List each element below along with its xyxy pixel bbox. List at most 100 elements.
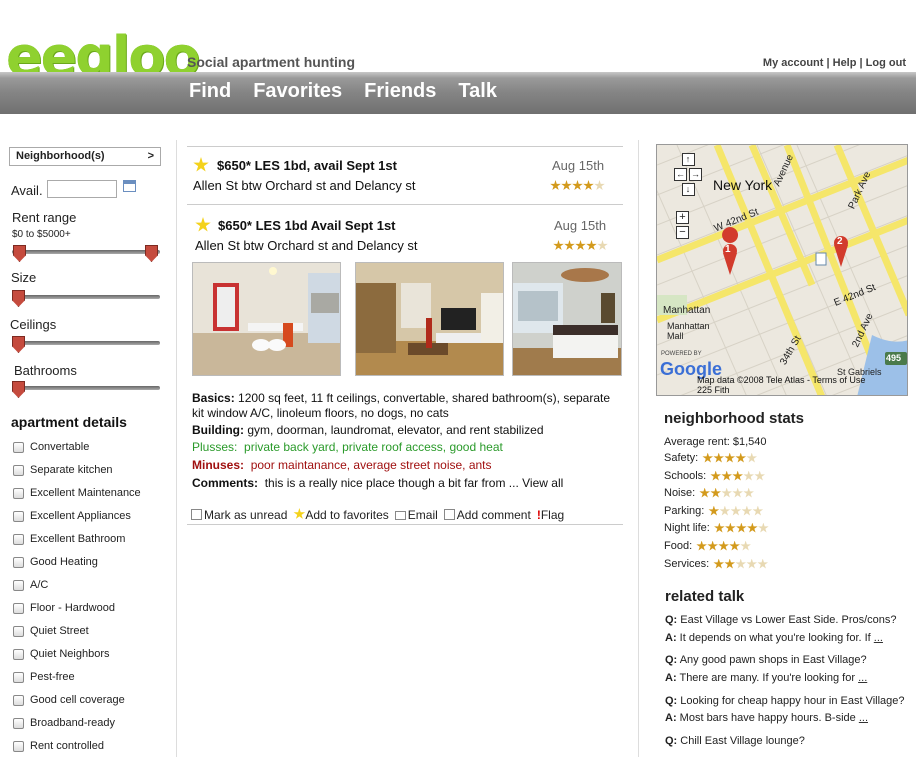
email-button[interactable]: Email: [394, 508, 438, 522]
detail-checkbox[interactable]: Convertable: [13, 441, 89, 453]
map-area-label: Manhattan: [663, 305, 711, 316]
stat-rating: [713, 558, 769, 570]
star-empty-icon: [730, 505, 742, 516]
star-empty-icon: [758, 522, 769, 533]
plusses-row: Plusses: private back yard, private roof…: [192, 440, 503, 455]
detail-checkbox[interactable]: Quiet Street: [13, 625, 89, 637]
size-label: Size: [11, 270, 37, 285]
neighborhood-selector[interactable]: Neighborhood(s) >: [9, 147, 161, 166]
detail-checkbox[interactable]: Broadband-ready: [13, 717, 115, 729]
stat-rating: [714, 522, 769, 534]
nav-talk[interactable]: Talk: [458, 80, 497, 103]
zoom-in-icon[interactable]: +: [676, 211, 689, 224]
listing-address: Allen St btw Orchard st and Delancy st: [193, 178, 416, 193]
add-favorites-button[interactable]: Add to favorites: [293, 508, 389, 522]
rent-range-value: $0 to $5000+: [12, 229, 71, 240]
rent-range-slider[interactable]: [12, 250, 160, 254]
comments-text[interactable]: this is a really nice place though a bit…: [265, 476, 564, 490]
apartment-details-heading: apartment details: [11, 414, 127, 430]
talk-question[interactable]: Q: Chill East Village lounge?: [665, 735, 805, 747]
detail-checkbox[interactable]: Floor - Hardwood: [13, 602, 115, 614]
talk-question[interactable]: Q: Any good pawn shops in East Village?: [665, 654, 867, 666]
checkbox-icon[interactable]: [13, 602, 24, 614]
stat-rating: [710, 470, 765, 482]
detail-checkbox[interactable]: Pest-free: [13, 671, 75, 683]
star-filled-icon: [586, 240, 597, 251]
map[interactable]: 1 2 ↑ ← → ↓ + − New York W 42nd St E 42n…: [656, 144, 908, 396]
star-filled-icon: [699, 487, 710, 498]
plusses-text: private back yard, private roof access, …: [244, 440, 503, 454]
detail-checkbox[interactable]: Excellent Appliances: [13, 510, 131, 522]
listing-photo[interactable]: [512, 262, 622, 376]
detail-checkbox[interactable]: Quiet Neighbors: [13, 648, 110, 660]
listing-rating: [550, 180, 605, 191]
bathrooms-handle[interactable]: [12, 381, 25, 398]
favorite-star-icon[interactable]: [195, 217, 211, 232]
checkbox-icon[interactable]: [13, 487, 24, 499]
map-marker-1[interactable]: 1: [725, 244, 731, 255]
detail-checkbox[interactable]: Good Heating: [13, 556, 98, 568]
listing-photo[interactable]: [192, 262, 341, 376]
rent-min-handle[interactable]: [13, 245, 26, 262]
detail-checkbox[interactable]: Rent controlled: [13, 740, 104, 752]
help-link[interactable]: Help: [833, 57, 857, 69]
checkbox-icon[interactable]: [13, 533, 24, 545]
star-filled-icon: [721, 470, 732, 481]
map-pan-down-icon[interactable]: ↓: [681, 183, 695, 196]
nav-friends[interactable]: Friends: [364, 80, 436, 103]
checkbox-icon[interactable]: [13, 441, 24, 453]
checkbox-icon[interactable]: [13, 625, 24, 637]
checkbox-icon[interactable]: [13, 671, 24, 683]
detail-checkbox[interactable]: A/C: [13, 579, 48, 591]
checkbox-icon[interactable]: [13, 648, 24, 660]
rent-max-handle[interactable]: [145, 245, 158, 262]
checkbox-icon[interactable]: [13, 510, 24, 522]
listing-title[interactable]: $650* LES 1bd, avail Sept 1st: [217, 158, 397, 173]
map-pan-right-icon[interactable]: →: [689, 168, 702, 181]
detail-checkbox[interactable]: Excellent Maintenance: [13, 487, 141, 499]
star-filled-icon: [564, 240, 575, 251]
checkbox-icon[interactable]: [13, 464, 24, 476]
stat-row: Noise:: [664, 487, 754, 499]
detail-checkbox[interactable]: Excellent Bathroom: [13, 533, 125, 545]
my-account-link[interactable]: My account: [763, 57, 824, 69]
avail-label: Avail.: [11, 183, 43, 198]
avail-date-input[interactable]: [47, 180, 117, 198]
ceilings-handle[interactable]: [12, 336, 25, 353]
log-out-link[interactable]: Log out: [866, 57, 906, 69]
bathrooms-slider[interactable]: [12, 386, 160, 390]
map-marker-2[interactable]: 2: [837, 236, 843, 247]
star-filled-icon: [575, 240, 586, 251]
flag-button[interactable]: !Flag: [537, 508, 564, 522]
size-slider[interactable]: [12, 295, 160, 299]
listing-photo[interactable]: [355, 262, 504, 376]
map-pan-up-icon[interactable]: ↑: [681, 153, 695, 166]
detail-checkbox[interactable]: Good cell coverage: [13, 694, 125, 706]
read-more-link[interactable]: ...: [859, 712, 868, 724]
checkbox-icon[interactable]: [13, 740, 24, 752]
zoom-out-icon[interactable]: −: [676, 226, 689, 239]
calendar-icon[interactable]: [123, 180, 136, 192]
read-more-link[interactable]: ...: [858, 672, 867, 684]
mark-unread-button[interactable]: Mark as unread: [191, 508, 287, 522]
map-copyright[interactable]: Map data ©2008 Tele Atlas - Terms of Use: [697, 375, 865, 385]
nav-find[interactable]: Find: [189, 80, 231, 103]
checkbox-icon[interactable]: [13, 694, 24, 706]
ceilings-slider[interactable]: [12, 341, 160, 345]
add-comment-button[interactable]: Add comment: [443, 508, 531, 522]
star-filled-icon: [729, 540, 740, 551]
size-handle[interactable]: [12, 290, 25, 307]
read-more-link[interactable]: ...: [874, 632, 883, 644]
map-pan-left-icon[interactable]: ←: [674, 168, 687, 181]
listing-title[interactable]: $650* LES 1bd Avail Sept 1st: [218, 218, 396, 233]
checkbox-icon[interactable]: [13, 717, 24, 729]
nav-favorites[interactable]: Favorites: [253, 80, 342, 103]
talk-question[interactable]: Q: East Village vs Lower East Side. Pros…: [665, 614, 897, 626]
map-controls: ↑ ← → ↓: [674, 153, 702, 196]
favorite-star-icon[interactable]: [193, 157, 209, 172]
talk-question[interactable]: Q: Looking for cheap happy hour in East …: [665, 695, 905, 707]
checkbox-icon[interactable]: [13, 556, 24, 568]
checkbox-icon[interactable]: [13, 579, 24, 591]
average-rent: Average rent: $1,540: [664, 436, 767, 448]
detail-checkbox[interactable]: Separate kitchen: [13, 464, 113, 476]
